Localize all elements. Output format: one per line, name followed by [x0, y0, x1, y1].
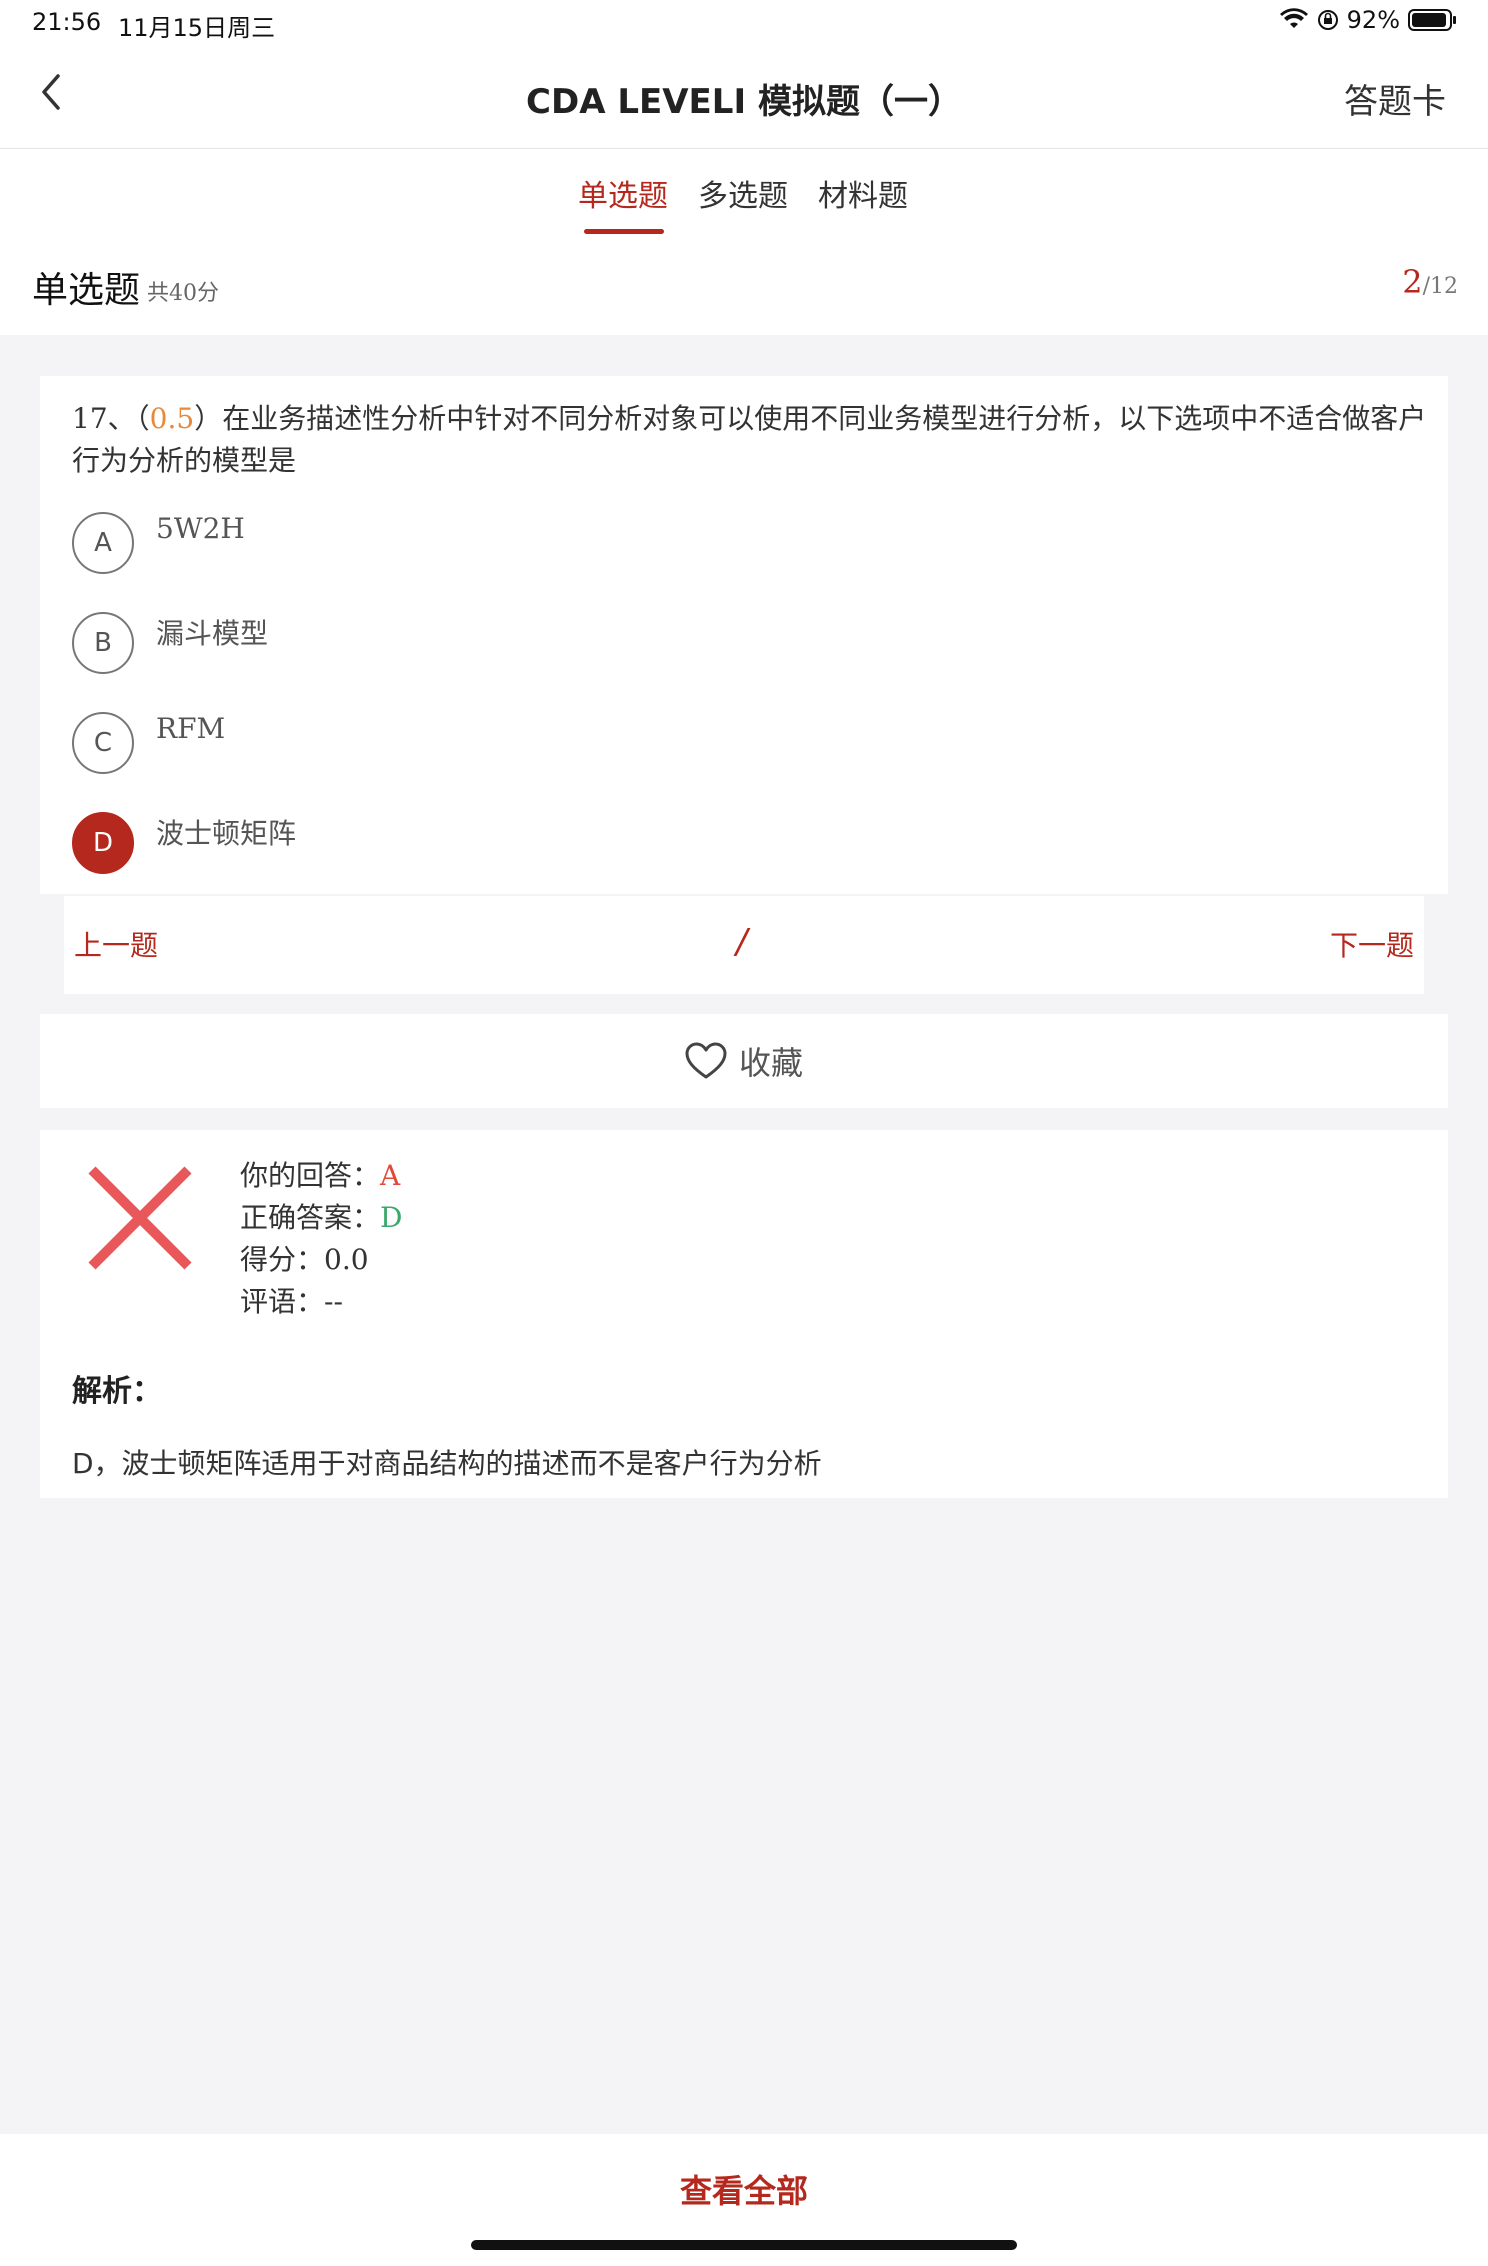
- active-tab-indicator: [584, 229, 664, 234]
- nav-bar: CDA LEVELI 模拟题（一） 答题卡: [0, 48, 1488, 149]
- question-card: 17、（0.5）在业务描述性分析中针对不同分析对象可以使用不同业务模型进行分析，…: [40, 376, 1448, 894]
- view-all-button[interactable]: 查看全部: [0, 2166, 1488, 2212]
- battery-percent: 92%: [1346, 6, 1400, 34]
- tab-material[interactable]: 材料题: [818, 171, 908, 215]
- collect-content: 收藏: [40, 1038, 1448, 1084]
- option-a[interactable]: A 5W2H: [72, 512, 245, 582]
- option-d[interactable]: D 波士顿矩阵: [72, 812, 296, 882]
- correct-answer-value: D: [380, 1201, 403, 1234]
- question-text: 17、（0.5）在业务描述性分析中针对不同分析对象可以使用不同业务模型进行分析，…: [72, 398, 1432, 482]
- answer-card-button[interactable]: 答题卡: [1344, 74, 1446, 123]
- option-text: RFM: [156, 712, 226, 745]
- analysis-title: 解析：: [72, 1374, 162, 1409]
- result-card: 你的回答：A 正确答案：D 得分：0.0 评语：-- 解析： D，波士顿矩阵适用…: [40, 1130, 1448, 1498]
- score-value: 0.0: [324, 1243, 369, 1276]
- section-header: 单选题 共40分 2/12: [0, 249, 1488, 335]
- your-answer-label: 你的回答：: [240, 1159, 381, 1192]
- score-row: 得分：0.0: [240, 1238, 369, 1278]
- your-answer-row: 你的回答：A: [240, 1154, 400, 1194]
- score-label: 得分：: [240, 1243, 325, 1276]
- option-text: 5W2H: [156, 512, 245, 545]
- status-bar: 21:56 11月15日周三 92%: [0, 0, 1488, 48]
- tab-multiple-choice[interactable]: 多选题: [698, 171, 788, 215]
- question-number: 17、: [72, 402, 136, 435]
- option-letter: D: [72, 812, 134, 874]
- question-progress: 2/12: [1402, 263, 1458, 301]
- analysis-text: D，波士顿矩阵适用于对商品结构的描述而不是客户行为分析: [72, 1447, 822, 1480]
- wrong-answer-icon: [88, 1166, 192, 1270]
- question-score: 0.5: [149, 402, 195, 435]
- question-pager: 上一题 / 下一题: [64, 896, 1424, 994]
- comment-row: 评语：--: [240, 1280, 343, 1320]
- pager-separator: /: [736, 922, 748, 962]
- heart-icon: [685, 1042, 727, 1079]
- previous-question-button[interactable]: 上一题: [74, 924, 158, 964]
- option-letter: B: [72, 612, 134, 674]
- option-text: 波士顿矩阵: [156, 817, 297, 850]
- next-question-button[interactable]: 下一题: [1330, 924, 1414, 964]
- option-letter: C: [72, 712, 134, 774]
- section-score: 共40分: [147, 281, 219, 306]
- correct-answer-row: 正确答案：D: [240, 1196, 402, 1236]
- status-indicators: 92%: [1279, 6, 1458, 34]
- tab-single-choice[interactable]: 单选题: [578, 171, 668, 215]
- battery-icon: [1408, 9, 1456, 31]
- comment-label: 评语：: [240, 1285, 325, 1318]
- comment-value: --: [324, 1285, 343, 1318]
- option-b[interactable]: B 漏斗模型: [72, 612, 268, 682]
- question-stem: 在业务描述性分析中针对不同分析对象可以使用不同业务模型进行分析，以下选项中不适合…: [72, 402, 1427, 477]
- progress-current: 2: [1402, 263, 1423, 301]
- home-indicator: [471, 2240, 1017, 2250]
- bottom-bar: 查看全部: [0, 2134, 1488, 2266]
- your-answer-value: A: [380, 1159, 401, 1192]
- status-date: 11月15日周三: [118, 14, 276, 42]
- progress-total: /12: [1422, 274, 1458, 299]
- status-time: 21:56: [32, 8, 102, 36]
- collect-label: 收藏: [738, 1044, 803, 1082]
- question-type-tabs: 单选题 多选题 材料题: [0, 149, 1488, 249]
- option-letter: A: [72, 512, 134, 574]
- section-title: 单选题: [32, 270, 141, 311]
- wifi-icon: [1279, 8, 1308, 28]
- score-paren-close: ）: [194, 402, 223, 435]
- option-c[interactable]: C RFM: [72, 712, 225, 782]
- collect-button[interactable]: 收藏: [40, 1014, 1448, 1108]
- option-text: 漏斗模型: [156, 617, 269, 650]
- rotation-lock-icon: [1317, 10, 1338, 30]
- correct-answer-label: 正确答案：: [240, 1201, 381, 1234]
- score-paren-open: （: [135, 402, 150, 435]
- page-title: CDA LEVELI 模拟题（一）: [526, 82, 962, 122]
